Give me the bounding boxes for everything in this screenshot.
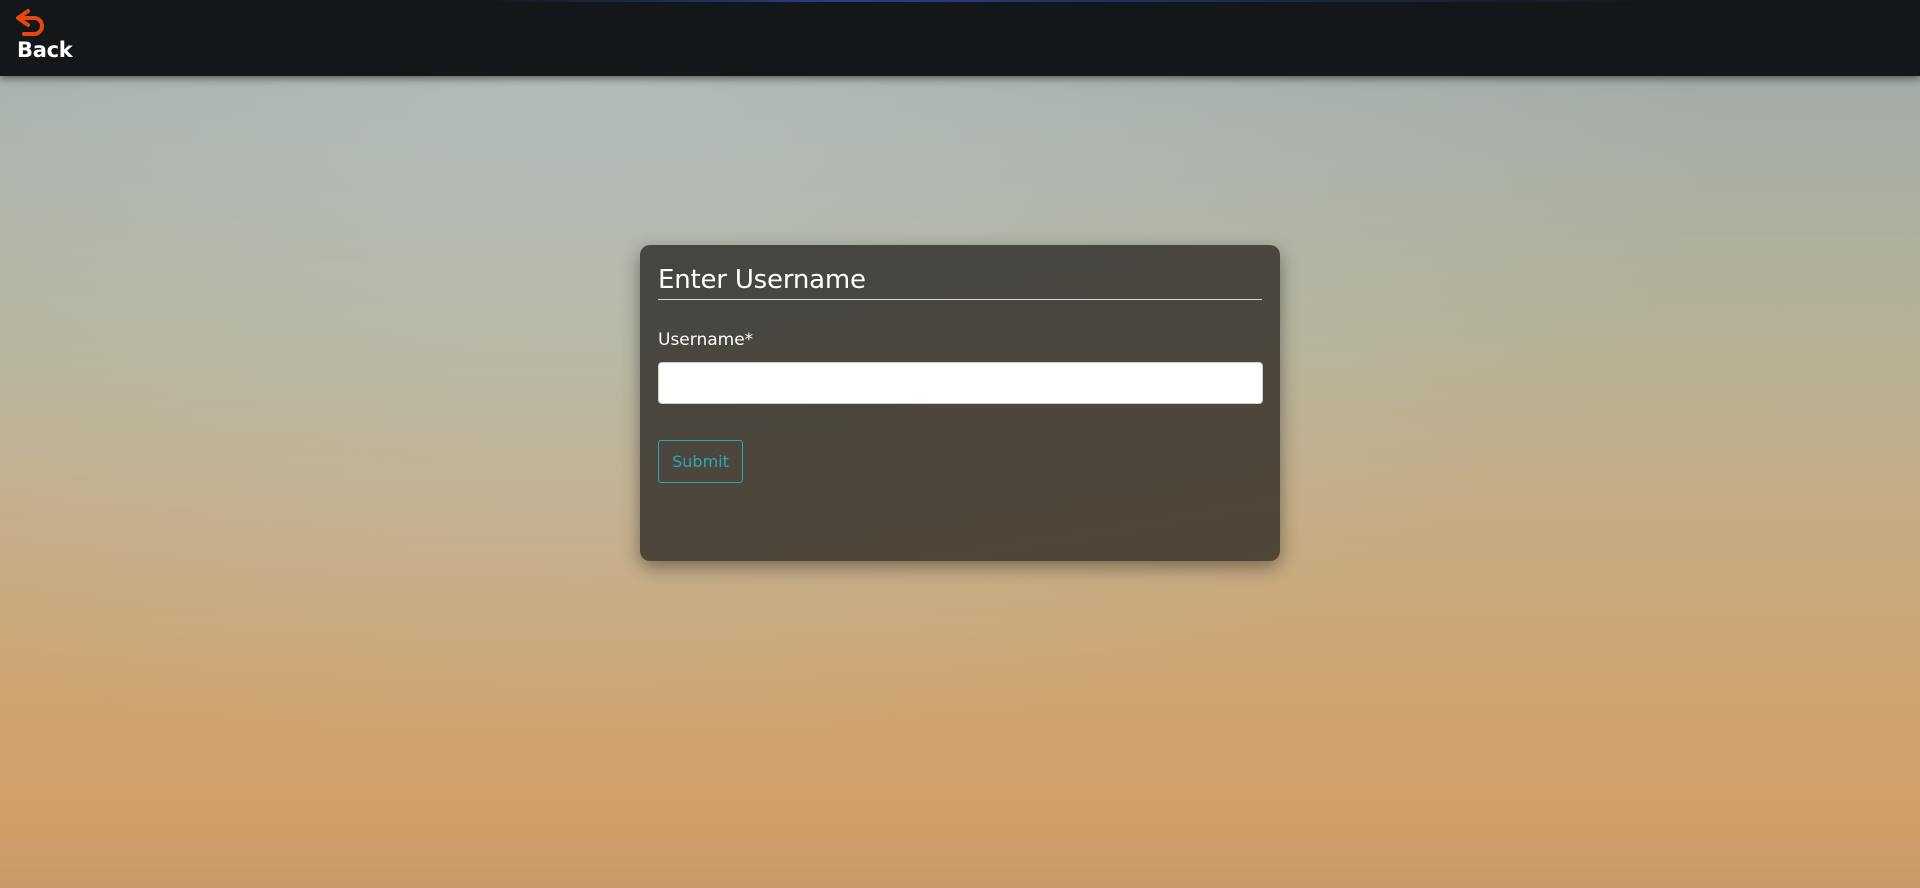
back-button[interactable]: Back — [14, 8, 74, 68]
back-label: Back — [17, 38, 73, 62]
back-arrow-icon — [16, 9, 44, 36]
topbar-accent-line — [480, 0, 1680, 2]
top-navigation-bar: Back — [0, 0, 1920, 76]
form-title: Enter Username — [658, 265, 1262, 300]
username-input[interactable] — [658, 362, 1263, 404]
username-form-card: Enter Username Username* Submit — [640, 245, 1280, 561]
submit-button[interactable]: Submit — [658, 440, 743, 483]
username-label: Username* — [658, 330, 754, 350]
